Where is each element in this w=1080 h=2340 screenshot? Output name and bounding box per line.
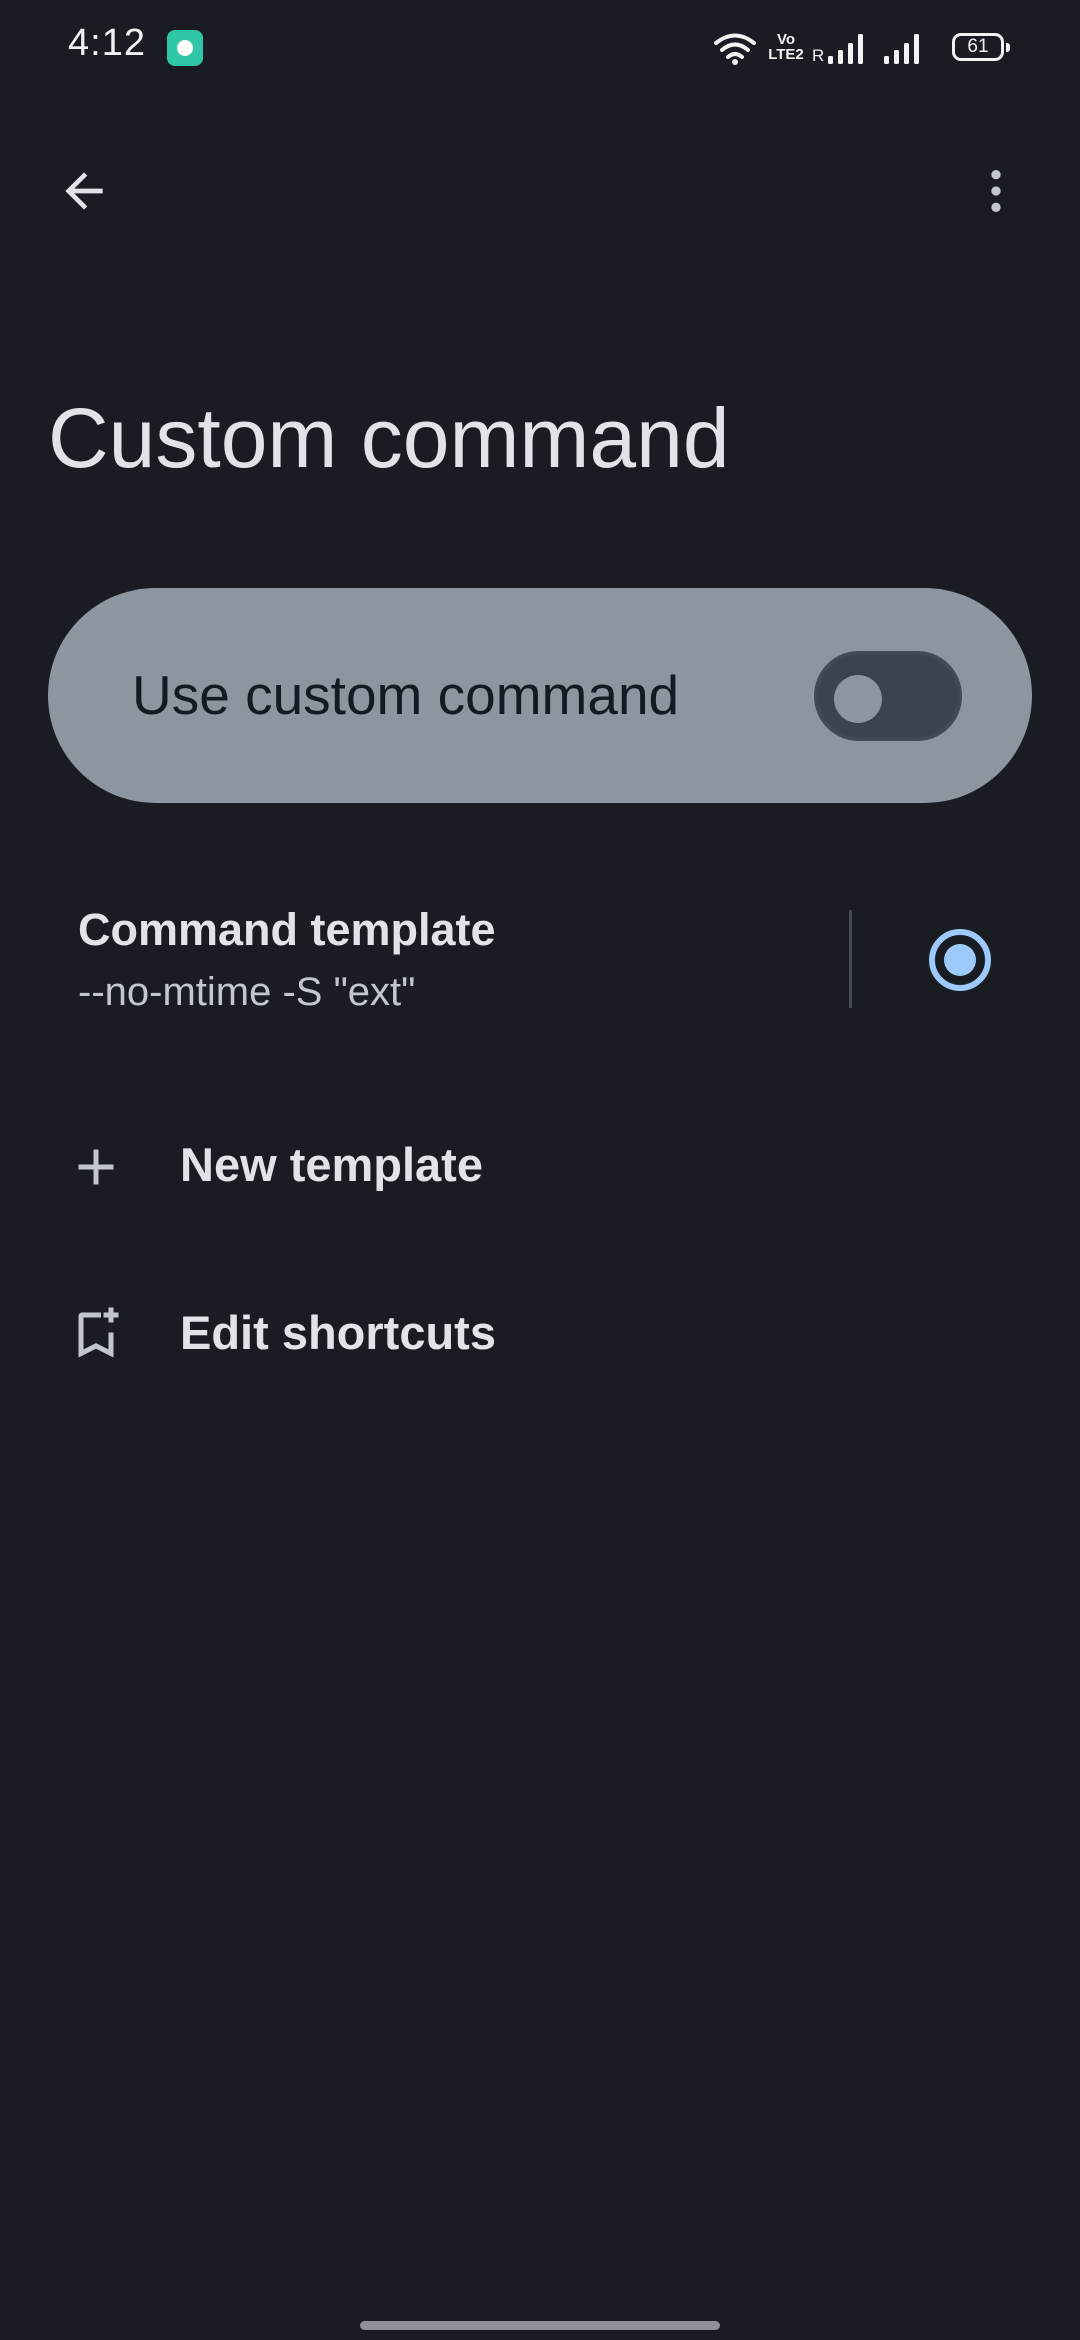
- page-title: Custom command: [48, 391, 730, 485]
- edit-shortcuts-label: Edit shortcuts: [180, 1306, 496, 1359]
- command-template-item[interactable]: Command template --no-mtime -S "ext": [0, 880, 1080, 1040]
- arrow-back-icon: [65, 172, 103, 210]
- more-options-button[interactable]: [948, 143, 1044, 239]
- battery-icon: 61: [952, 33, 1010, 61]
- status-bar: 4:12 Vo LTE2 R 61: [0, 0, 1080, 96]
- status-icons: Vo LTE2 R 61: [714, 30, 1014, 70]
- bookmark-add-icon: [78, 1307, 119, 1358]
- signal-icon: [884, 34, 919, 64]
- more-vert-icon: [991, 170, 1001, 212]
- toggle-label: Use custom command: [132, 664, 680, 726]
- roaming-indicator: R: [812, 46, 825, 65]
- template-radio-button[interactable]: [929, 929, 991, 991]
- home-indicator[interactable]: [360, 2321, 720, 2330]
- edit-shortcuts-button[interactable]: Edit shortcuts: [0, 1268, 1080, 1398]
- use-custom-command-switch[interactable]: [814, 651, 962, 741]
- notification-app-icon: [167, 30, 203, 66]
- add-icon: [78, 1149, 114, 1185]
- back-button[interactable]: [36, 143, 132, 239]
- use-custom-command-card[interactable]: Use custom command: [48, 588, 1032, 803]
- status-time: 4:12: [68, 22, 146, 64]
- new-template-button[interactable]: New template: [0, 1100, 1080, 1230]
- wifi-icon: [714, 33, 756, 65]
- volte-icon: Vo LTE2: [768, 31, 804, 63]
- battery-level: 61: [967, 36, 989, 57]
- template-title: Command template: [78, 904, 496, 955]
- switch-thumb: [834, 675, 882, 723]
- vertical-divider: [849, 910, 852, 1008]
- new-template-label: New template: [180, 1138, 483, 1191]
- radio-selected-dot: [944, 944, 976, 976]
- signal-icon: [828, 34, 863, 64]
- template-subtitle: --no-mtime -S "ext": [78, 970, 416, 1014]
